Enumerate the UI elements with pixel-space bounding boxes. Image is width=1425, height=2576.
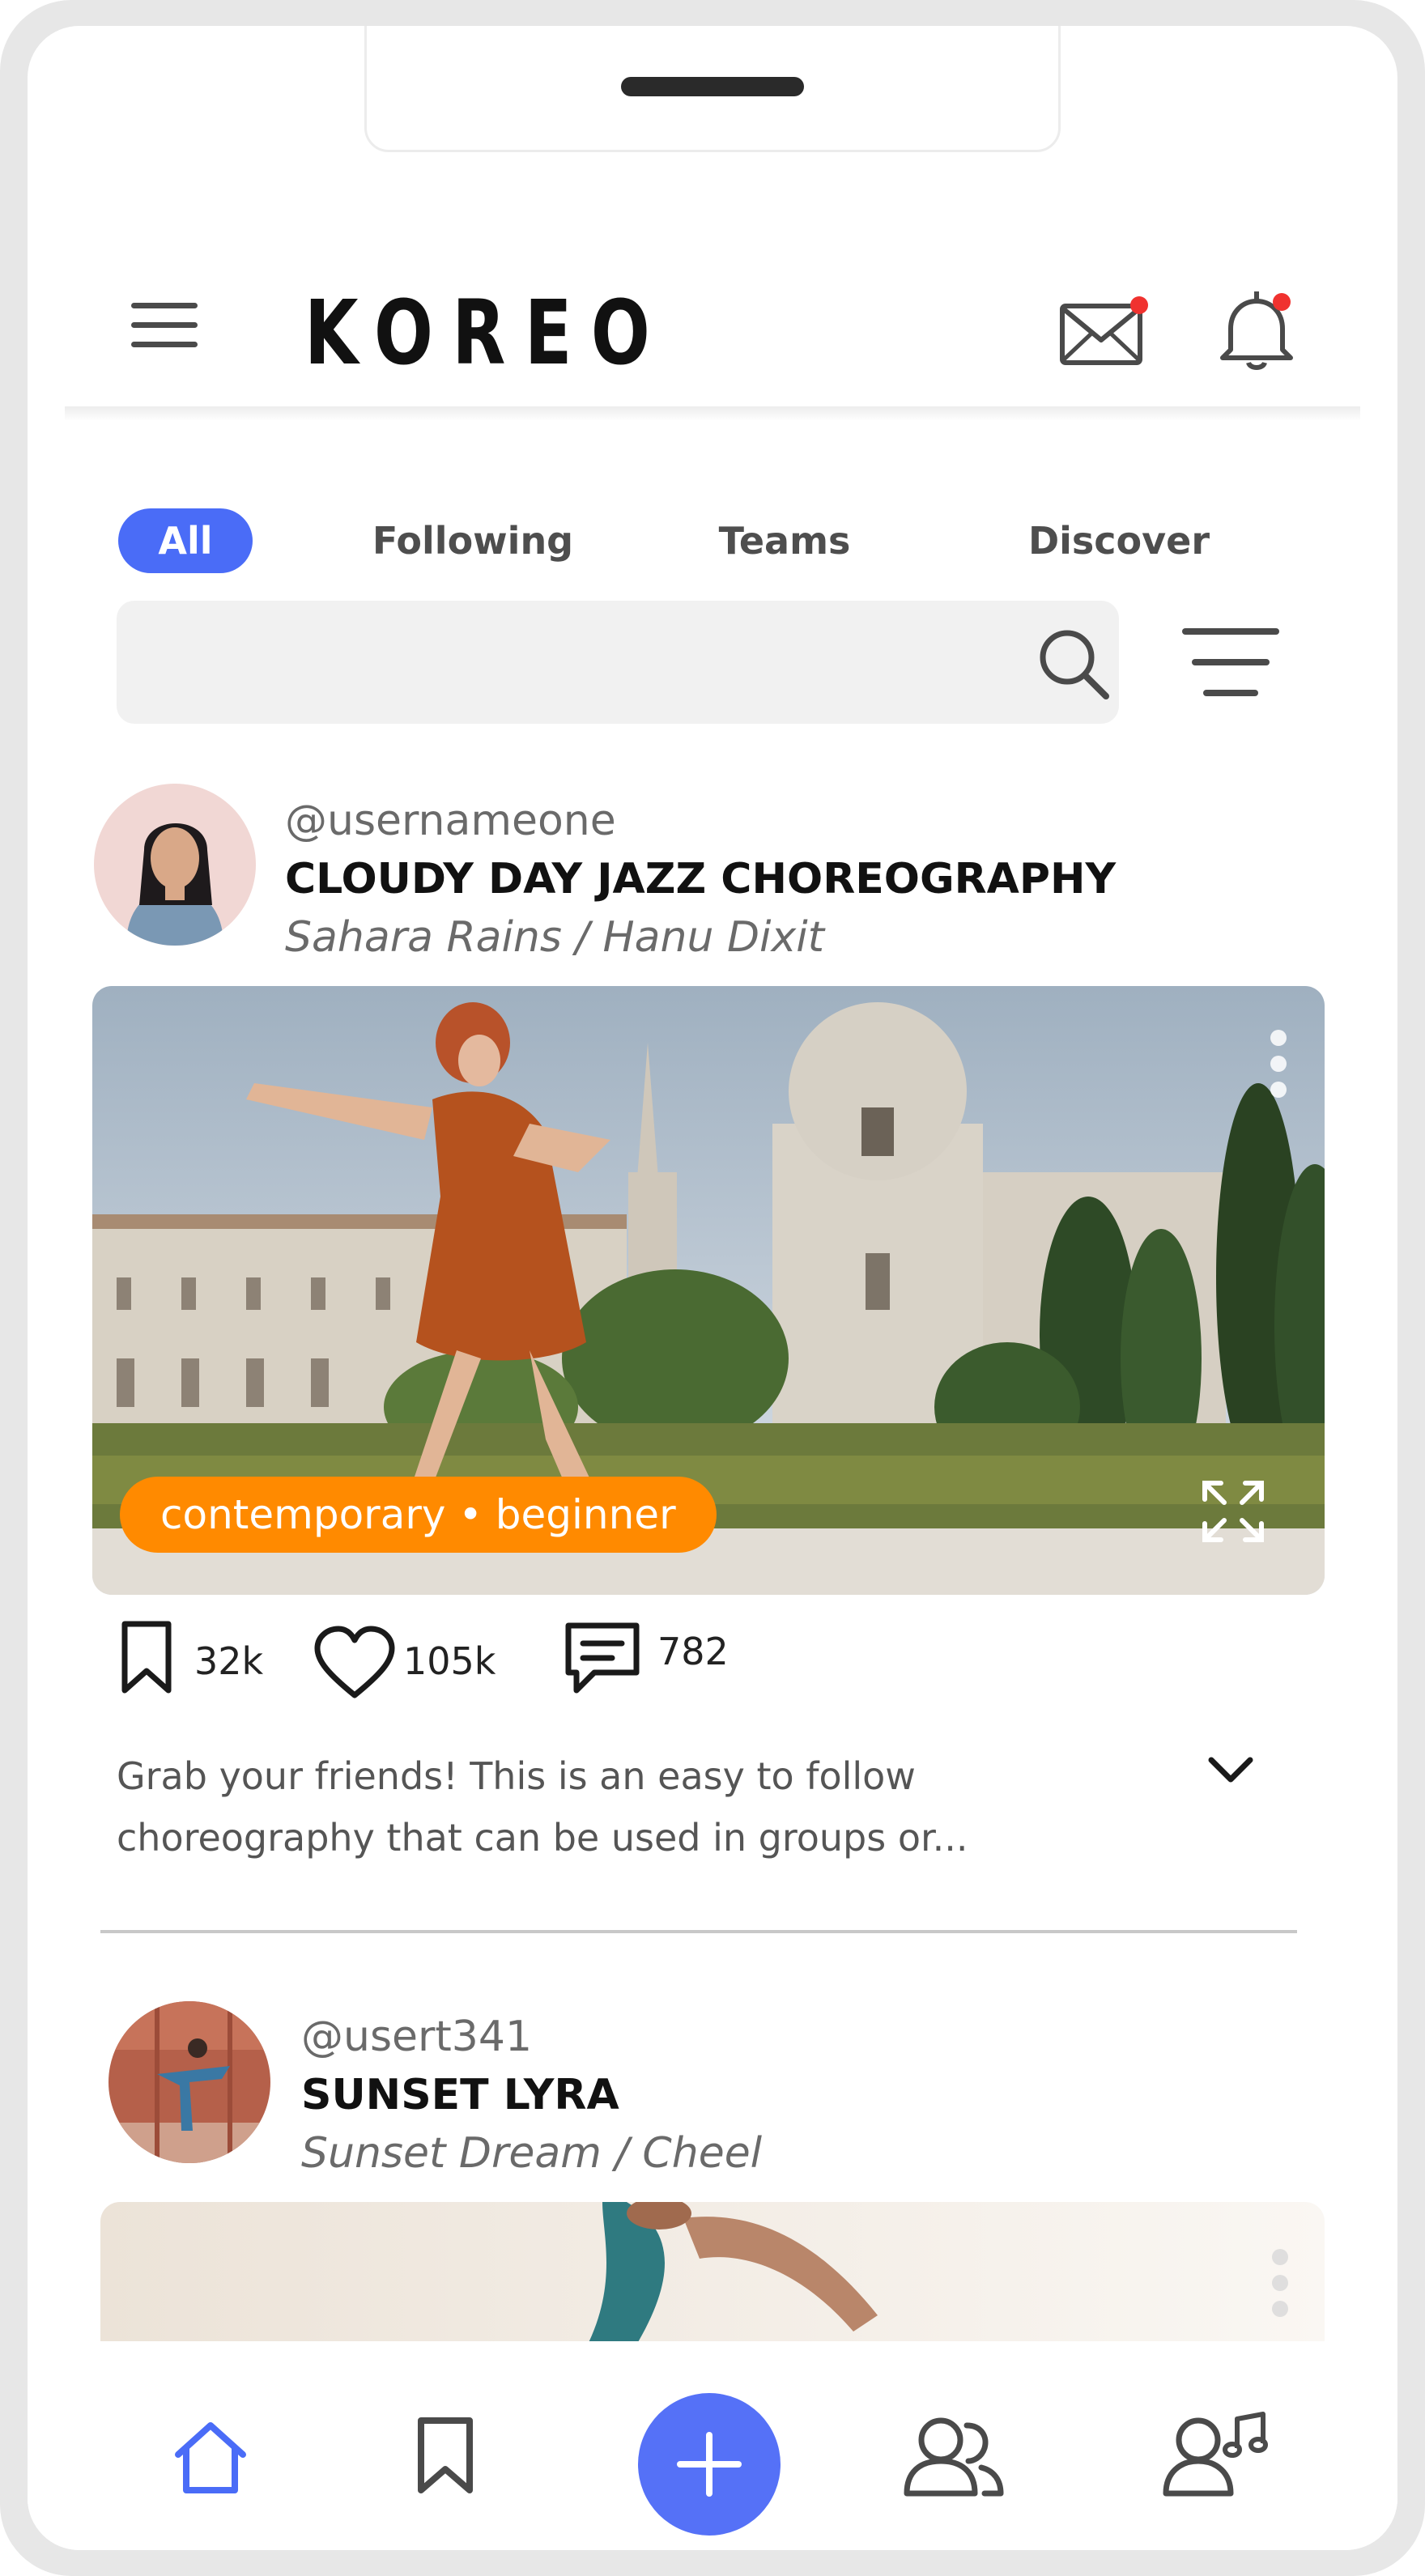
- post-title[interactable]: SUNSET LYRA: [301, 2071, 619, 2119]
- post-description: Grab your friends! This is an easy to fo…: [117, 1754, 968, 1860]
- video-thumbnail[interactable]: contemporary • beginner: [92, 986, 1325, 1595]
- plus-icon: [677, 2432, 742, 2497]
- hamburger-menu-icon[interactable]: [131, 303, 198, 348]
- tab-discover[interactable]: Discover: [1012, 508, 1226, 573]
- user-music-icon[interactable]: [1161, 2409, 1270, 2503]
- speaker-bar: [621, 77, 804, 96]
- more-options-icon[interactable]: [1268, 1030, 1289, 1103]
- search-icon[interactable]: [1033, 623, 1114, 704]
- mail-notification-dot: [1130, 296, 1148, 314]
- header-divider: [65, 406, 1360, 421]
- save-count: 32k: [194, 1639, 264, 1683]
- device-notch: [364, 26, 1061, 152]
- bottom-nav: [28, 2341, 1397, 2550]
- post-title[interactable]: CLOUDY DAY JAZZ CHOREOGRAPHY: [285, 855, 1116, 903]
- style-level-tag[interactable]: contemporary • beginner: [120, 1477, 717, 1553]
- comment-button[interactable]: 782: [562, 1619, 772, 1697]
- heart-icon: [314, 1626, 395, 1698]
- avatar[interactable]: [108, 2001, 270, 2163]
- avatar[interactable]: [94, 784, 256, 946]
- bookmark-icon[interactable]: [415, 2416, 476, 2500]
- chevron-down-icon[interactable]: [1205, 1752, 1257, 1787]
- post-credits: Sunset Dream / Cheel: [301, 2129, 763, 2178]
- bookmark-icon: [121, 1621, 172, 1694]
- tab-all[interactable]: All: [118, 508, 253, 573]
- search-input[interactable]: [117, 601, 1119, 724]
- post-divider: [100, 1930, 1297, 1933]
- comment-count: 782: [657, 1630, 729, 1673]
- bell-notification-dot: [1273, 293, 1291, 311]
- app-header: KOREO: [65, 253, 1360, 382]
- bell-icon[interactable]: [1216, 288, 1297, 372]
- like-button[interactable]: 105k: [313, 1626, 523, 1703]
- tab-following[interactable]: Following: [359, 508, 586, 573]
- app-logo: KOREO: [304, 281, 670, 385]
- create-post-button[interactable]: [638, 2393, 781, 2536]
- more-options-icon[interactable]: [1270, 2249, 1291, 2322]
- post-credits: Sahara Rains / Hanu Dixit: [285, 913, 825, 962]
- device-frame: KOREO All Following Teams Discover @user…: [0, 0, 1425, 2576]
- post-username[interactable]: @usernameone: [285, 797, 616, 845]
- app-screen: KOREO All Following Teams Discover @user…: [28, 26, 1397, 2550]
- like-count: 105k: [403, 1639, 496, 1683]
- comment-icon: [565, 1622, 640, 1694]
- feed-tabs: All Following Teams Discover: [28, 479, 1397, 573]
- envelope-icon[interactable]: [1059, 295, 1148, 368]
- people-icon[interactable]: [900, 2414, 1006, 2503]
- fullscreen-expand-icon[interactable]: [1200, 1478, 1266, 1545]
- home-icon[interactable]: [170, 2419, 251, 2500]
- save-button[interactable]: 32k: [118, 1619, 280, 1697]
- post-username[interactable]: @usert341: [301, 2013, 532, 2061]
- filter-lines-icon[interactable]: [1182, 628, 1279, 698]
- tab-teams[interactable]: Teams: [708, 508, 861, 573]
